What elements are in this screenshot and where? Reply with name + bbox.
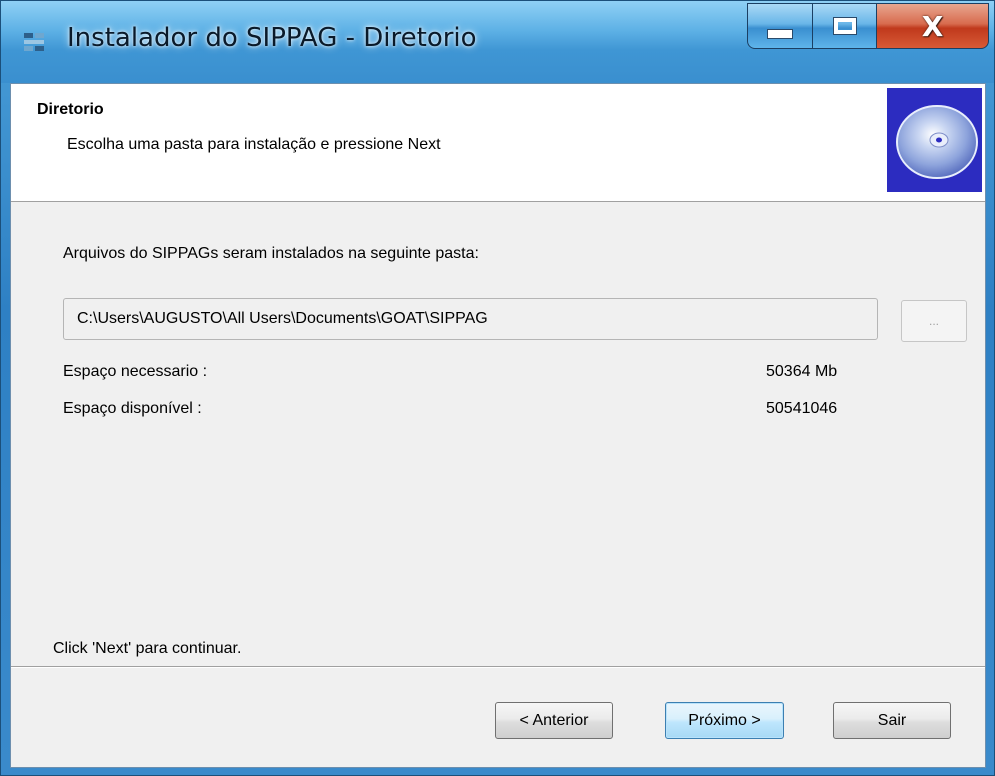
browse-button[interactable]: ... (901, 300, 967, 342)
close-icon: X (921, 9, 944, 43)
close-button[interactable]: X (876, 3, 989, 49)
header-panel: Diretorio Escolha uma pasta para instala… (11, 84, 985, 202)
maximize-button[interactable] (812, 3, 877, 49)
window-title: Instalador do SIPPAG - Diretorio (67, 23, 477, 53)
page-title: Diretorio (37, 101, 104, 118)
minimize-icon (767, 29, 793, 39)
footer-divider (11, 666, 985, 668)
dialog-client-area: Diretorio Escolha uma pasta para instala… (10, 83, 986, 768)
app-icon (24, 33, 44, 51)
page-subtitle: Escolha uma pasta para instalação e pres… (67, 136, 441, 153)
space-required-label: Espaço necessario : (63, 363, 208, 380)
minimize-button[interactable] (747, 3, 813, 49)
install-path-field[interactable]: C:\Users\AUGUSTO\All Users\Documents\GOA… (63, 298, 878, 340)
next-button[interactable]: Próximo > (665, 702, 784, 739)
maximize-icon (832, 17, 857, 35)
installer-window: Instalador do SIPPAG - Diretorio X Diret… (0, 0, 995, 776)
previous-button[interactable]: < Anterior (495, 702, 613, 739)
title-bar[interactable]: Instalador do SIPPAG - Diretorio X (1, 1, 994, 83)
cd-disc-icon (887, 88, 982, 192)
space-available-label: Espaço disponível : (63, 400, 202, 417)
exit-button[interactable]: Sair (833, 702, 951, 739)
continue-hint: Click 'Next' para continuar. (53, 640, 242, 657)
space-available-value: 50541046 (766, 400, 838, 417)
space-required-value: 50364 Mb (766, 363, 838, 380)
install-location-label: Arquivos do SIPPAGs seram instalados na … (63, 245, 479, 262)
